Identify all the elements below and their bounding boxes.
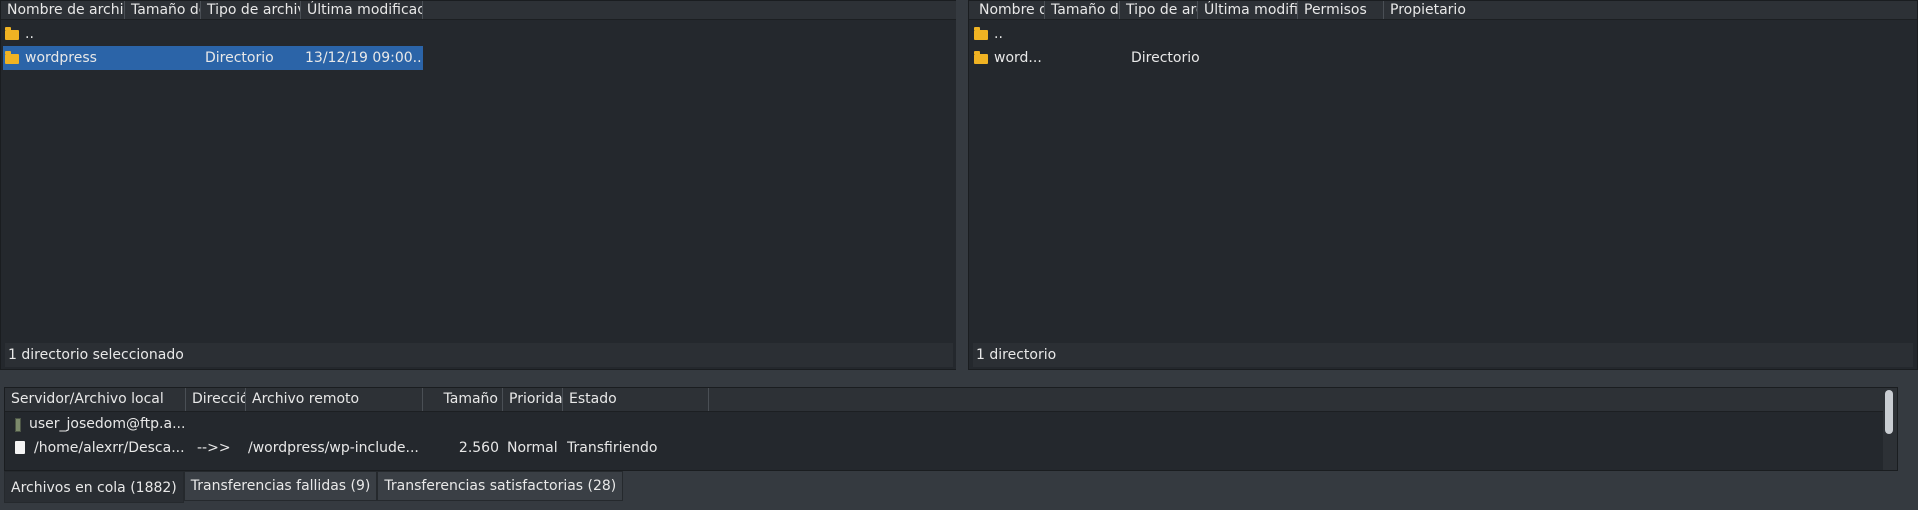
queue-status: Transfiriendo	[567, 440, 658, 456]
file-name: word...	[994, 50, 1042, 66]
queue-size: 2.560	[458, 440, 499, 456]
list-item-parent[interactable]: ..	[971, 22, 1371, 46]
transfer-queue[interactable]: Servidor/Archivo local Dirección Archivo…	[4, 387, 1898, 471]
col-priority[interactable]: Prioridad	[503, 388, 563, 411]
local-file-list[interactable]: Nombre de archivo Tamaño de archivo Tipo…	[0, 0, 958, 370]
col-local-file[interactable]: Servidor/Archivo local	[5, 388, 186, 411]
col-remote-file[interactable]: Archivo remoto	[246, 388, 423, 411]
queue-remote-path: /wordpress/wp-include...	[248, 440, 419, 456]
col-modified[interactable]: Última modificación	[301, 1, 423, 19]
tab-queued-files[interactable]: Archivos en cola (1882)	[4, 471, 184, 503]
tab-successful-transfers[interactable]: Transferencias satisfactorias (28)	[377, 471, 624, 501]
col-type[interactable]: Tipo de archivo	[1120, 1, 1198, 19]
file-modified: 13/12/19 09:00...	[305, 50, 421, 66]
file-icon	[15, 441, 25, 454]
server-icon	[15, 418, 21, 432]
col-size[interactable]: Tamaño	[423, 388, 503, 411]
queue-direction: -->>	[197, 440, 231, 456]
queue-server-row[interactable]: user_josedom@ftp.a...	[5, 412, 1875, 436]
queue-scrollbar-track[interactable]	[1883, 388, 1897, 470]
pane-splitter[interactable]	[956, 0, 968, 370]
folder-icon	[974, 51, 988, 64]
queue-scrollbar-thumb[interactable]	[1885, 390, 1893, 434]
tab-failed-transfers[interactable]: Transferencias fallidas (9)	[183, 471, 378, 501]
server-name: user_josedom@ftp.a...	[29, 416, 186, 432]
col-direction[interactable]: Dirección	[186, 388, 246, 411]
queue-priority: Normal	[507, 440, 558, 456]
local-status-bar: 1 directorio seleccionado	[5, 343, 953, 367]
list-item-wordpress[interactable]: word... Directorio	[971, 46, 1371, 70]
folder-icon	[5, 27, 19, 40]
queue-file-row[interactable]: /home/alexrr/Desca... -->> /wordpress/wp…	[5, 436, 1875, 460]
list-item-wordpress[interactable]: wordpress Directorio 13/12/19 09:00...	[3, 46, 423, 70]
col-owner[interactable]: Propietario	[1384, 1, 1484, 19]
remote-file-list[interactable]: Nombre de archivo Tamaño de archivo Tipo…	[968, 0, 1918, 370]
queue-local-path: /home/alexrr/Desca...	[34, 440, 185, 456]
folder-icon	[974, 27, 988, 40]
col-type[interactable]: Tipo de archivo	[201, 1, 301, 19]
col-status[interactable]: Estado	[563, 388, 709, 411]
queue-tabs: Archivos en cola (1882) Transferencias fa…	[4, 471, 624, 503]
remote-list-header: Nombre de archivo Tamaño de archivo Tipo…	[969, 1, 1917, 20]
file-name: ..	[994, 26, 1003, 42]
col-name[interactable]: Nombre de archivo	[973, 1, 1045, 19]
file-type: Directorio	[1131, 50, 1200, 66]
col-size[interactable]: Tamaño de archivo	[1045, 1, 1120, 19]
queue-header: Servidor/Archivo local Dirección Archivo…	[5, 388, 1897, 412]
col-permissions[interactable]: Permisos	[1298, 1, 1384, 19]
file-name: ..	[25, 26, 34, 42]
local-list-header: Nombre de archivo Tamaño de archivo Tipo…	[1, 1, 957, 20]
file-type: Directorio	[205, 50, 274, 66]
col-name[interactable]: Nombre de archivo	[1, 1, 125, 19]
list-item-parent[interactable]: ..	[3, 22, 423, 46]
col-modified[interactable]: Última modificación	[1198, 1, 1298, 19]
folder-icon	[5, 51, 19, 64]
col-size[interactable]: Tamaño de archivo	[125, 1, 201, 19]
file-name: wordpress	[25, 50, 97, 66]
remote-status-bar: 1 directorio	[973, 343, 1913, 367]
